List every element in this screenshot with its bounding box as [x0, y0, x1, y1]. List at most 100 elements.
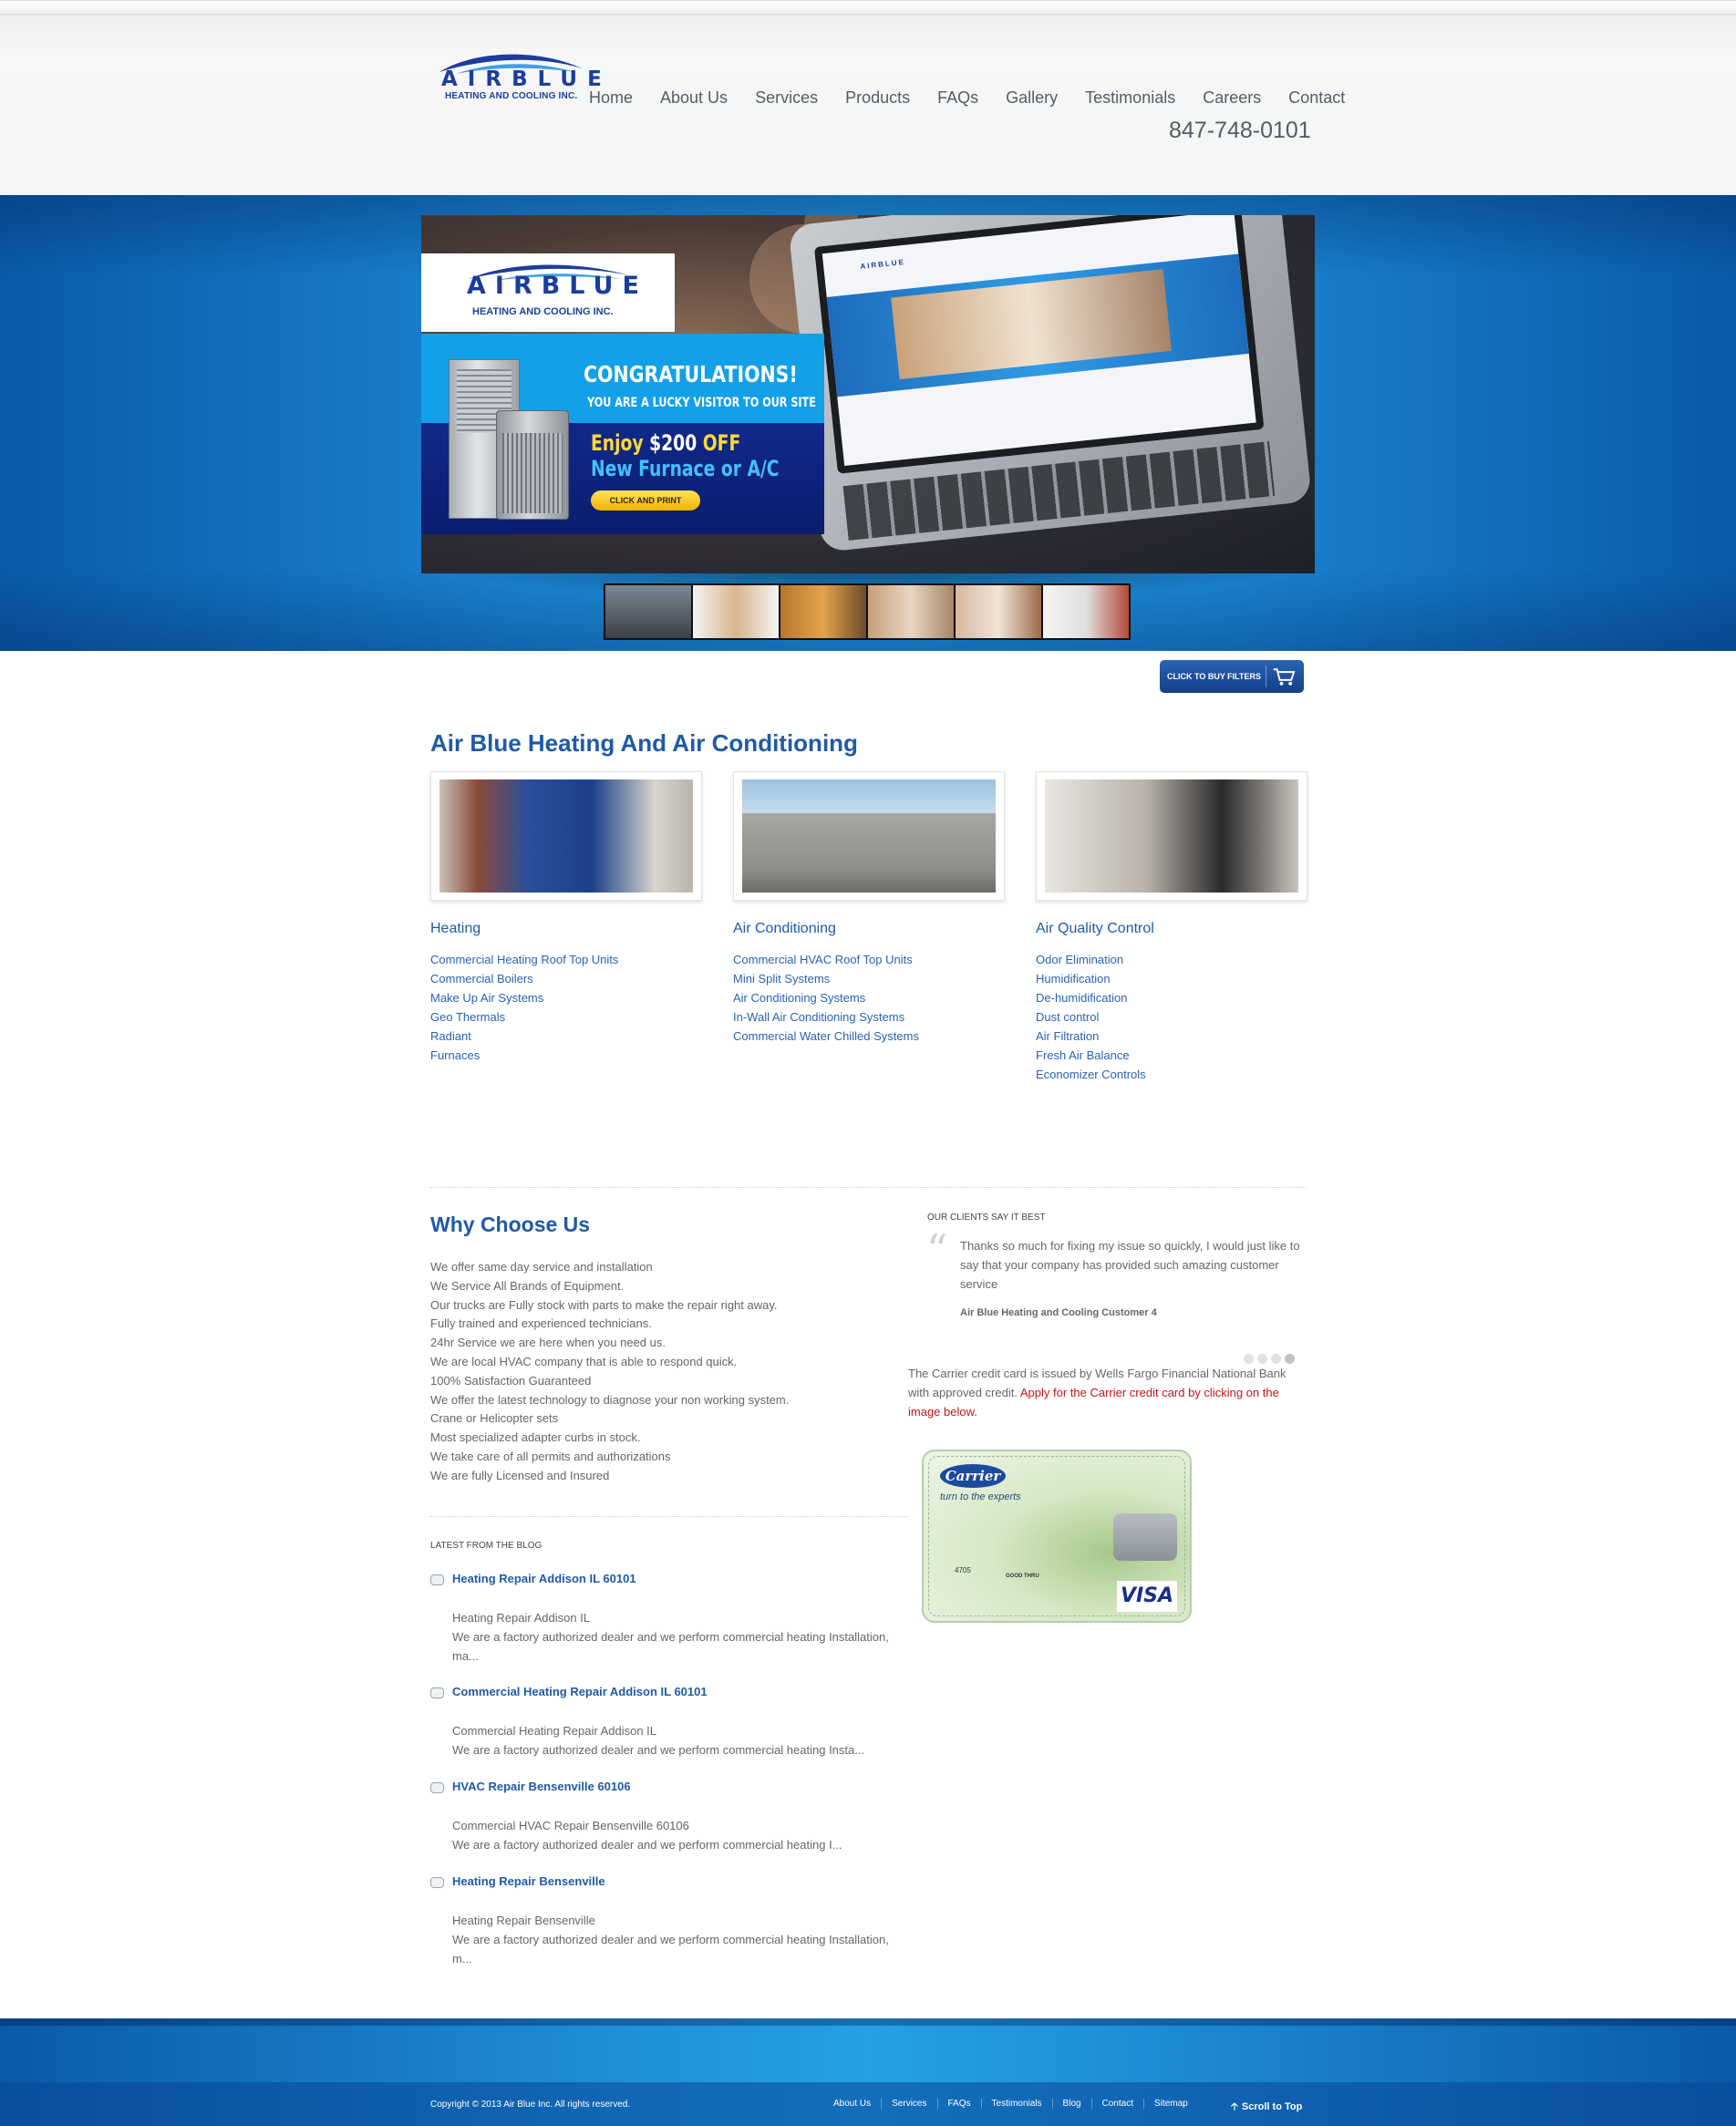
section-divider: [430, 1187, 1306, 1188]
scroll-to-top-label: Scroll to Top: [1241, 2101, 1303, 2112]
thumbnail-6[interactable]: [1043, 585, 1129, 638]
heating-image[interactable]: [430, 771, 702, 901]
pager-dot-active[interactable]: [1285, 1354, 1295, 1364]
service-link[interactable]: Make Up Air Systems: [430, 988, 704, 1007]
service-link[interactable]: Mini Split Systems: [733, 969, 1007, 988]
ac-unit-image: [496, 410, 569, 520]
service-link[interactable]: Air Conditioning Systems: [733, 988, 1007, 1007]
footer-link-services[interactable]: Services: [882, 2099, 938, 2109]
why-item: We offer same day service and installati…: [430, 1260, 653, 1274]
click-and-print-button[interactable]: CLICK AND PRINT: [591, 490, 700, 511]
nav-careers[interactable]: Careers: [1203, 88, 1261, 108]
blog-post-title[interactable]: Commercial Heating Repair Addison IL 601…: [452, 1685, 708, 1698]
shopping-cart-icon: [1266, 666, 1296, 687]
carrier-logo: Carrier: [940, 1464, 1006, 1488]
carrier-credit-card-image[interactable]: Carrier turn to the experts 4705 GOOD TH…: [922, 1450, 1192, 1623]
service-link[interactable]: Commercial Water Chilled Systems: [733, 1027, 1007, 1046]
nav-faqs[interactable]: FAQs: [937, 88, 978, 108]
hero-slider[interactable]: AIRBLUE AIRBLUE HEATING AND COOLING INC.…: [421, 215, 1315, 573]
nav-testimonials[interactable]: Testimonials: [1085, 88, 1175, 108]
laptop-image: AIRBLUE: [788, 215, 1313, 553]
service-link[interactable]: Commercial HVAC Roof Top Units: [733, 950, 1007, 969]
testimonial-author: Air Blue Heating and Cooling Customer 4: [960, 1307, 1157, 1318]
service-link[interactable]: Commercial Heating Roof Top Units: [430, 950, 704, 969]
service-link[interactable]: In-Wall Air Conditioning Systems: [733, 1007, 1007, 1027]
nav-about-us[interactable]: About Us: [660, 88, 728, 108]
blog-post-subtitle: Heating Repair Addison IL: [452, 1611, 591, 1625]
service-link[interactable]: De-humidification: [1036, 988, 1309, 1007]
service-link[interactable]: Odor Elimination: [1036, 950, 1309, 969]
why-item: We are local HVAC company that is able t…: [430, 1354, 738, 1368]
thumbnail-1[interactable]: [605, 585, 691, 638]
air-conditioning-heading[interactable]: Air Conditioning: [733, 921, 1007, 937]
why-item: We are fully Licensed and Insured: [430, 1468, 610, 1482]
nav-products[interactable]: Products: [845, 88, 910, 108]
why-item: We Service All Brands of Equipment.: [430, 1278, 625, 1293]
why-item: Most specialized adapter curbs in stock.: [430, 1430, 641, 1445]
nav-contact[interactable]: Contact: [1288, 88, 1345, 108]
quote-icon: “: [926, 1225, 948, 1275]
pager-dot[interactable]: [1257, 1354, 1267, 1364]
footer-link-testimonials[interactable]: Testimonials: [982, 2099, 1053, 2109]
blog-post-subtitle: Heating Repair Bensenville: [452, 1914, 595, 1927]
blog-post-summary: We are a factory authorized dealer and w…: [452, 1743, 865, 1757]
service-link[interactable]: Humidification: [1036, 969, 1309, 988]
phone-number[interactable]: 847-748-0101: [1169, 118, 1311, 144]
comment-bubble-icon: [430, 1877, 444, 1888]
pager-dot[interactable]: [1244, 1354, 1254, 1364]
blog-post-excerpt: Heating Repair Bensenville We are a fact…: [452, 1911, 908, 1968]
thumbnail-5[interactable]: [956, 585, 1041, 638]
blog-post-title[interactable]: Heating Repair Bensenville: [452, 1874, 605, 1888]
site-logo[interactable]: AIRBLUE HEATING AND COOLING INC.: [436, 52, 602, 108]
footer-link-contact[interactable]: Contact: [1092, 2099, 1145, 2109]
promo-amount: $200: [649, 430, 698, 456]
service-link[interactable]: Fresh Air Balance: [1036, 1046, 1309, 1065]
service-link[interactable]: Geo Thermals: [430, 1007, 704, 1027]
scroll-to-top-button[interactable]: 🡡 Scroll to Top: [1231, 2099, 1302, 2116]
card-good-thru: GOOD THRU: [1006, 1574, 1039, 1579]
service-link[interactable]: Furnaces: [430, 1046, 704, 1065]
carrier-credit-note: The Carrier credit card is issued by Wel…: [908, 1364, 1309, 1421]
air-conditioning-image[interactable]: [733, 771, 1005, 901]
air-quality-heading[interactable]: Air Quality Control: [1036, 921, 1309, 937]
why-item: 24hr Service we are here when you need u…: [430, 1336, 666, 1350]
thumbnail-4[interactable]: [868, 585, 954, 638]
why-item: Crane or Helicopter sets: [430, 1411, 559, 1426]
card-chip: [1113, 1513, 1177, 1561]
laptop-screen-logo: AIRBLUE: [859, 257, 906, 271]
footer-link-about-us[interactable]: About Us: [823, 2099, 883, 2109]
thumbnail-2[interactable]: [693, 585, 779, 638]
blog-post-excerpt: Commercial HVAC Repair Bensenville 60106…: [452, 1816, 908, 1854]
testimonial-pager: [1244, 1354, 1295, 1364]
buy-filters-button[interactable]: CLICK TO BUY FILTERS: [1160, 660, 1304, 693]
blog-post-summary: We are a factory authorized dealer and w…: [452, 1630, 889, 1663]
nav-services[interactable]: Services: [755, 88, 818, 108]
air-quality-image[interactable]: [1036, 771, 1307, 901]
service-link[interactable]: Dust control: [1036, 1007, 1309, 1027]
comment-bubble-icon: [430, 1574, 444, 1585]
service-link[interactable]: Commercial Boilers: [430, 969, 704, 988]
nav-home[interactable]: Home: [589, 88, 633, 108]
logo-wordmark: AIRBLUE: [441, 67, 612, 91]
carrier-tagline: turn to the experts: [940, 1491, 1021, 1502]
promo-offer: Enjoy $200 OFF: [591, 430, 740, 456]
service-link[interactable]: Air Filtration: [1036, 1027, 1309, 1046]
blog-post-summary: We are a factory authorized dealer and w…: [452, 1933, 889, 1966]
footer-link-sitemap[interactable]: Sitemap: [1144, 2099, 1198, 2109]
footer-link-blog[interactable]: Blog: [1053, 2099, 1092, 2109]
services-title: Air Blue Heating And Air Conditioning: [430, 729, 858, 757]
service-link[interactable]: Economizer Controls: [1036, 1065, 1309, 1084]
why-choose-us-list: We offer same day service and installati…: [430, 1258, 886, 1486]
promo-lucky: YOU ARE A LUCKY VISITOR TO OUR SITE: [587, 396, 816, 410]
logo-subtitle: HEATING AND COOLING INC.: [445, 91, 578, 101]
nav-gallery[interactable]: Gallery: [1006, 88, 1058, 108]
blog-divider: [430, 1516, 908, 1517]
blog-post-title[interactable]: HVAC Repair Bensenville 60106: [452, 1780, 631, 1793]
pager-dot[interactable]: [1271, 1354, 1281, 1364]
footer-link-faqs[interactable]: FAQs: [938, 2099, 982, 2109]
blog-post-title[interactable]: Heating Repair Addison IL 60101: [452, 1572, 636, 1585]
blog-post-subtitle: Commercial Heating Repair Addison IL: [452, 1724, 656, 1738]
heating-heading[interactable]: Heating: [430, 921, 704, 937]
service-link[interactable]: Radiant: [430, 1027, 704, 1046]
thumbnail-3[interactable]: [780, 585, 866, 638]
